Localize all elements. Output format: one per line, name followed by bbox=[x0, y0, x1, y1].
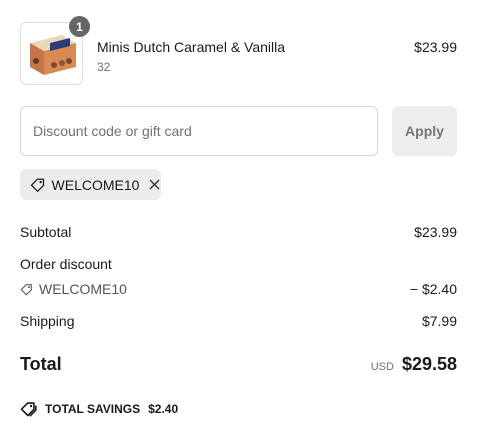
total-savings-value: $2.40 bbox=[148, 402, 179, 416]
currency-code: USD bbox=[370, 361, 394, 373]
product-thumbnail: 1 bbox=[20, 16, 90, 85]
applied-discount-code: WELCOME10 bbox=[51, 176, 140, 193]
tag-icon bbox=[30, 178, 45, 192]
subtotal-value: $23.99 bbox=[414, 224, 457, 240]
total-amount: $29.58 bbox=[401, 354, 457, 374]
quantity-badge: 1 bbox=[69, 16, 90, 37]
product-name: Minis Dutch Caramel & Vanilla bbox=[97, 39, 286, 55]
close-icon bbox=[149, 179, 160, 190]
product-variant: 32 bbox=[97, 60, 111, 74]
discount-code-row: WELCOME10 − $2.40 bbox=[20, 281, 457, 297]
shipping-label: Shipping bbox=[20, 313, 75, 329]
applied-discount-chip: WELCOME10 bbox=[20, 169, 161, 200]
total-savings-label: TOTAL SAVINGS bbox=[45, 402, 141, 416]
discount-code-line: WELCOME10 bbox=[20, 281, 127, 297]
tag-icon bbox=[20, 284, 32, 296]
cart-line-item: 1 Minis Dutch Caramel & Vanilla 32 $23.9… bbox=[20, 16, 457, 86]
shipping-value: $7.99 bbox=[421, 313, 457, 329]
product-price: $23.99 bbox=[414, 39, 457, 55]
subtotal-label: Subtotal bbox=[20, 224, 72, 240]
discount-code-text: WELCOME10 bbox=[39, 281, 127, 297]
apply-discount-button[interactable]: Apply bbox=[392, 106, 457, 156]
order-discount-label: Order discount bbox=[20, 256, 112, 272]
discount-code-input[interactable] bbox=[20, 106, 378, 156]
remove-discount-button[interactable] bbox=[147, 178, 161, 192]
total-savings: TOTAL SAVINGS $2.40 bbox=[20, 401, 178, 417]
subtotal-row: Subtotal $23.99 bbox=[20, 224, 457, 240]
order-discount-row: Order discount bbox=[20, 256, 457, 272]
total-label: Total bbox=[20, 354, 62, 374]
shipping-row: Shipping $7.99 bbox=[20, 313, 457, 329]
tags-icon bbox=[20, 402, 37, 417]
discount-value: − $2.40 bbox=[409, 281, 457, 297]
product-box-image bbox=[30, 35, 76, 75]
total-amount-group: USD $29.58 bbox=[371, 354, 457, 375]
